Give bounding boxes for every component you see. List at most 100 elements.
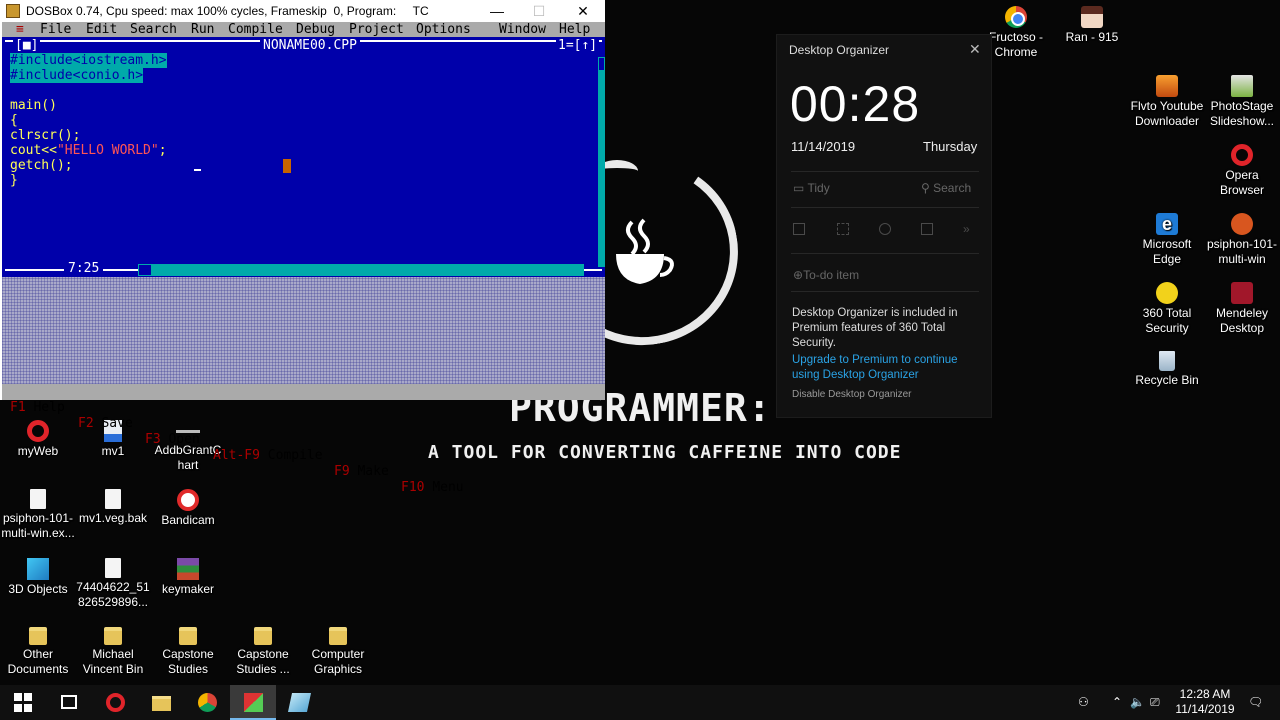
menu-help[interactable]: Help [559,22,590,37]
psiphon-icon [1231,213,1253,235]
desktop-icon-other-documents[interactable]: Other Documents [0,627,76,677]
menu-file[interactable]: File [40,22,71,37]
code-line: { [10,113,18,128]
3d-cube-icon [27,558,49,580]
horizontal-scroll-thumb[interactable] [138,264,152,276]
desktop-icon-photostage[interactable]: PhotoStage Slideshow... [1204,75,1280,129]
status-make[interactable]: F9 Make [334,464,389,480]
clock-time: 12:28 AM [1179,687,1231,701]
status-compile[interactable]: Alt-F9 Compile [213,448,323,464]
divider [791,171,979,172]
minimize-button[interactable]: — [474,0,520,22]
eye-icon[interactable] [879,223,891,235]
desktop-icon-360-total-security[interactable]: 360 Total Security [1129,282,1205,336]
desktop-organizer-panel: Desktop Organizer ✕ 00:28 11/14/2019 Thu… [776,34,992,418]
desktop-icon-mendeley[interactable]: Mendeley Desktop [1204,282,1280,336]
status-menu[interactable]: F10 Menu [401,480,464,496]
menu-search[interactable]: Search [130,22,177,37]
desktop-icon-ran[interactable]: Ran - 915 [1054,6,1130,45]
menu-debug[interactable]: Debug [296,22,335,37]
menu-window[interactable]: Window [499,22,546,37]
desktop-icon-3d-objects[interactable]: 3D Objects [0,558,76,597]
folder-icon [29,627,47,645]
divider [791,207,979,208]
desktop-icon-bandicam[interactable]: Bandicam [150,489,226,528]
desktop-icon-recycle-bin[interactable]: Recycle Bin [1129,351,1205,388]
organizer-clock: 00:28 [790,76,921,132]
organizer-title: Desktop Organizer [789,43,890,57]
organizer-toolbar: » [793,223,981,239]
vertical-scroll-thumb[interactable] [598,57,605,71]
chevron-right-icon[interactable]: » [963,223,975,235]
start-button[interactable] [0,685,46,720]
taskbar-chrome[interactable] [184,685,230,720]
turbo-c-screen: ≡ File Edit Search Run Compile Debug Pro… [2,22,605,495]
organizer-disable-link[interactable]: Disable Desktop Organizer [792,389,912,400]
code-line: } [10,173,18,188]
source-code[interactable]: #include<iostream.h> #include<conio.h> ma… [10,53,167,188]
desktop-icon-computer-graphics[interactable]: Computer Graphics [300,627,376,677]
taskbar-file-explorer[interactable] [138,685,184,720]
maximize-button[interactable]: ☐ [516,0,562,22]
status-help[interactable]: F1 Help [10,400,65,416]
desktop-icon-michael-vincent-bin[interactable]: Michael Vincent Bin [75,627,151,677]
code-line: #include<iostream.h> [10,53,167,68]
network-icon[interactable]: ⎚ [1150,685,1160,720]
taskbar-dosbox[interactable] [230,685,276,720]
edit-icon[interactable] [921,223,933,235]
chrome-icon [198,693,217,712]
taskbar-clock[interactable]: 12:28 AM 11/14/2019 [1168,687,1242,717]
folder-icon [254,627,272,645]
editor-window-number[interactable]: 1=[↑] [556,39,600,53]
divider [791,291,979,292]
taskbar-app[interactable] [276,685,322,720]
taskbar-opera[interactable] [92,685,138,720]
tc-editor-window[interactable]: [■] NONAME00.CPP 1=[↑] #include<iostream… [2,37,605,277]
organizer-tidy-button[interactable]: ▭ Tidy [793,181,830,195]
desktop-icon-capstone-studies-2[interactable]: Capstone Studies ... [225,627,301,677]
desktop-icon-mv1-veg-bak[interactable]: mv1.veg.bak [75,489,151,526]
desktop-icon-psiphon[interactable]: psiphon-101-multi-win [1204,213,1280,267]
crop-icon[interactable] [837,223,849,235]
organizer-close-button[interactable]: ✕ [969,41,981,58]
horizontal-scrollbar[interactable] [138,264,584,276]
monitor-icon: ▭ [793,181,808,195]
divider [791,253,979,254]
task-view-button[interactable] [46,685,92,720]
editor-filename: NONAME00.CPP [260,39,360,53]
mendeley-icon [1231,282,1253,304]
opera-icon [106,693,125,712]
desktop-icon-74404622[interactable]: 74404622_51 826529896... [75,558,151,610]
organizer-todo-button[interactable]: ⊕To-do item [793,268,859,282]
status-save[interactable]: F2 Save [78,416,133,432]
status-open[interactable]: F3 Open [145,432,200,448]
people-icon[interactable]: ⚇ [1078,685,1089,720]
menu-compile[interactable]: Compile [228,22,283,37]
desktop-icon-opera-browser[interactable]: Opera Browser [1204,144,1280,198]
organizer-search-button[interactable]: ⚲ Search [921,181,971,195]
desktop-icon-flvto[interactable]: Flvto Youtube Downloader [1129,75,1205,129]
copy-icon[interactable] [793,223,805,235]
desktop-icon-microsoft-edge[interactable]: e Microsoft Edge [1129,213,1205,267]
file-icon [105,558,121,578]
menu-options[interactable]: Options [416,22,471,37]
desktop-icon-capstone-studies[interactable]: Capstone Studies [150,627,226,677]
notification-icon[interactable]: 🗨 [1248,685,1263,720]
close-button[interactable]: ✕ [560,0,606,22]
app-icon [287,693,312,712]
editor-close-box[interactable]: [■] [13,39,41,53]
speaker-icon[interactable]: 🔈 [1130,685,1145,720]
system-menu-icon[interactable]: ≡ [16,22,24,37]
dosbox-title-bar[interactable]: DOSBox 0.74, Cpu speed: max 100% cycles,… [0,0,605,22]
organizer-upgrade-link[interactable]: Upgrade to Premium to continue using Des… [792,353,982,383]
menu-edit[interactable]: Edit [86,22,117,37]
vertical-scrollbar[interactable] [598,57,605,267]
folder-icon [329,627,347,645]
photostage-icon [1231,75,1253,97]
chevron-up-icon[interactable]: ⌃ [1112,685,1122,720]
folder-icon [152,696,171,711]
menu-project[interactable]: Project [349,22,404,37]
menu-run[interactable]: Run [191,22,214,37]
desktop-icon-keymaker[interactable]: keymaker [150,558,226,597]
